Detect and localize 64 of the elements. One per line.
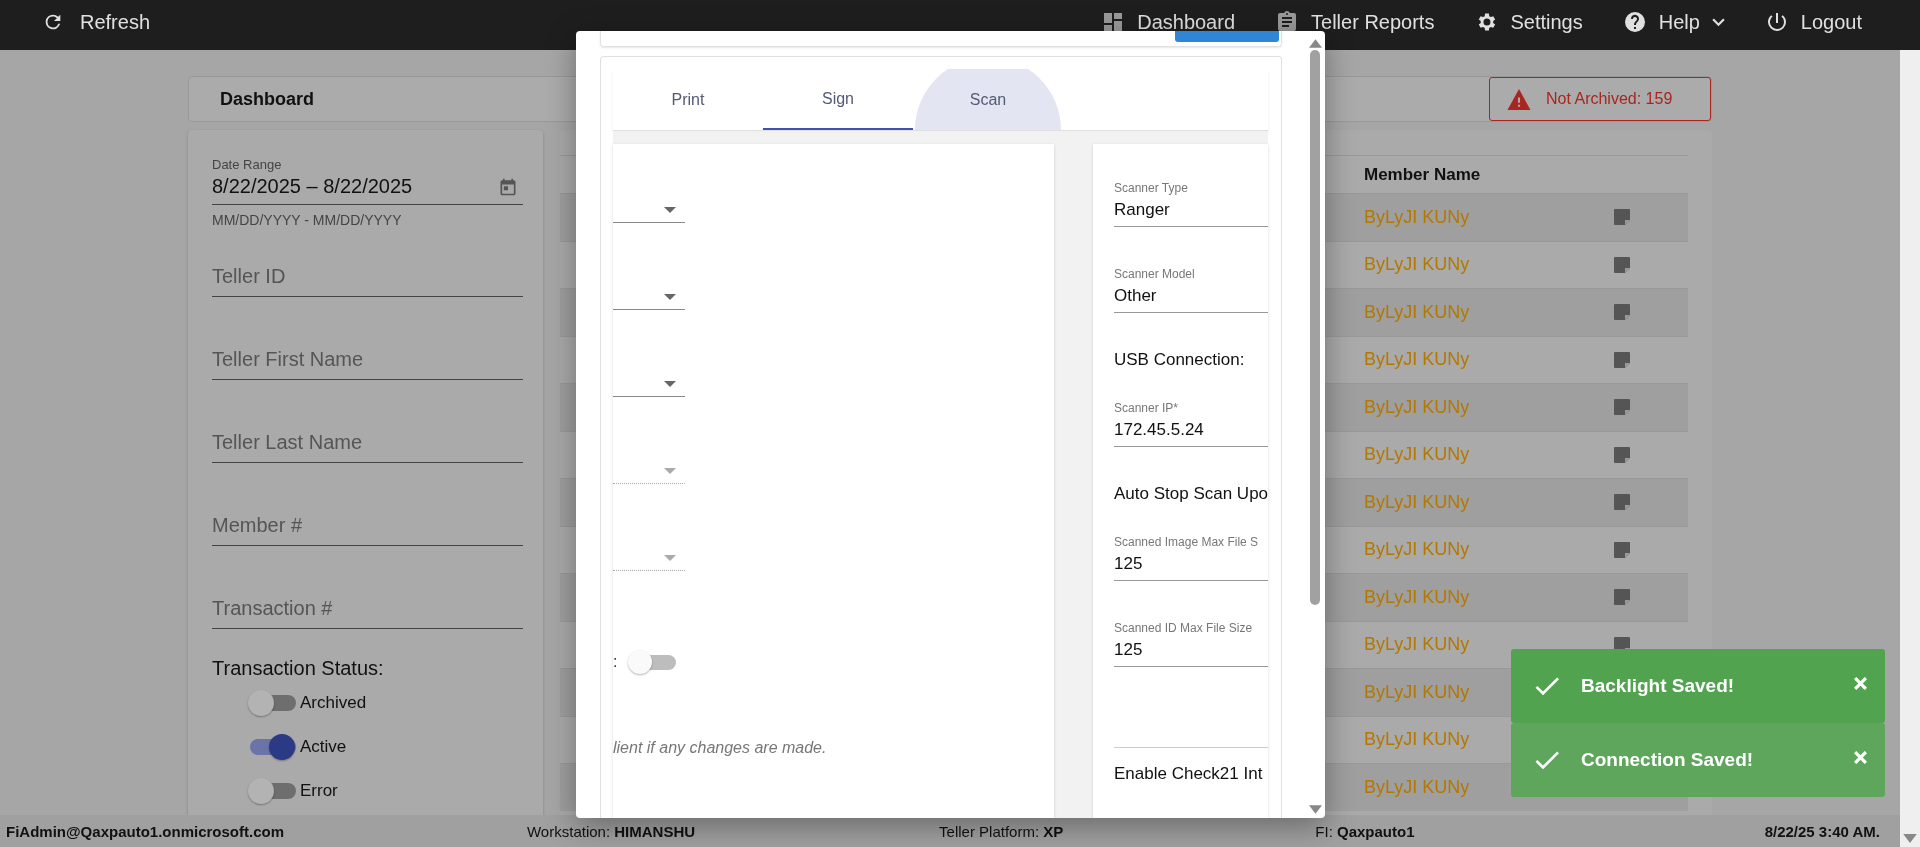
close-icon[interactable]: [1854, 750, 1867, 764]
status-heading: Transaction Status:: [212, 657, 385, 680]
toggle-switch[interactable]: [628, 649, 677, 675]
note-icon[interactable]: [1612, 207, 1632, 228]
input-field[interactable]: Scanned Image Max File S 125: [1114, 535, 1268, 581]
note-icon[interactable]: [1612, 254, 1632, 275]
caret-icon: [664, 554, 676, 561]
toggle-switch[interactable]: [248, 733, 296, 761]
input-field[interactable]: Member #: [212, 505, 523, 546]
toggle-label: :: [613, 653, 618, 671]
date-range-field[interactable]: Date Range 8/22/2025 – 8/22/2025: [212, 157, 523, 205]
tab[interactable]: Print: [613, 69, 763, 130]
page-title: Dashboard: [220, 88, 315, 110]
close-icon[interactable]: [1854, 676, 1867, 690]
scroll-down-icon[interactable]: [1903, 834, 1917, 843]
toast-message: Connection Saved!: [1581, 749, 1755, 771]
user-email: FiAdmin@Qaxpauto1.onmicrosoft.com: [6, 822, 284, 840]
toggle-label: Archived: [300, 693, 367, 713]
input-field[interactable]: Transaction #: [212, 588, 523, 629]
nav-link[interactable]: Settings: [1474, 10, 1583, 34]
note-text: lient if any changes are made.: [613, 739, 828, 757]
input-field[interactable]: Scanner IP* 172.45.5.24: [1114, 401, 1268, 447]
not-archived-button[interactable]: Not Archived: 159: [1489, 77, 1711, 121]
calendar-icon: [498, 177, 518, 197]
section-heading: Enable Check21 Int: [1114, 764, 1264, 784]
input-field[interactable]: Teller Last Name: [212, 422, 523, 463]
refresh-button[interactable]: Refresh: [42, 10, 151, 34]
caret-icon: [664, 293, 676, 300]
input-field[interactable]: Scanner Type Ranger: [1114, 181, 1268, 227]
workstation-text: Workstation: HIMANSHU: [527, 822, 696, 840]
note-icon[interactable]: [1612, 492, 1632, 513]
note-icon[interactable]: [1612, 587, 1632, 608]
toggle-label: Error: [300, 781, 338, 801]
toggle-switch[interactable]: [248, 689, 296, 717]
note-icon[interactable]: [1612, 349, 1632, 370]
date-time: 8/22/25 3:40 AM.: [1764, 822, 1880, 840]
input-field[interactable]: Teller ID: [212, 256, 523, 297]
caret-icon: [664, 467, 676, 474]
toggle-label: Active: [300, 737, 347, 757]
toggle-switch[interactable]: [248, 777, 296, 805]
scrollbar[interactable]: [1900, 50, 1920, 847]
toast-message: Backlight Saved!: [1581, 675, 1736, 697]
nav-link[interactable]: Logout: [1764, 10, 1862, 34]
caret-icon: [664, 380, 676, 387]
caret-icon: [664, 206, 676, 213]
input-field[interactable]: Scanned ID Max File Size 125: [1114, 621, 1268, 667]
warning-icon: [1506, 87, 1532, 111]
nav-link[interactable]: Dashboard: [1101, 10, 1236, 34]
column-header: Member Name: [1364, 164, 1482, 185]
note-icon[interactable]: [1612, 444, 1632, 465]
nav-link[interactable]: Teller Reports: [1275, 10, 1435, 34]
input-field[interactable]: Scanner Model Other: [1114, 267, 1268, 313]
scroll-up-icon[interactable]: [1308, 39, 1322, 48]
platform-text: Teller Platform: XP: [939, 822, 1064, 840]
section-heading: Auto Stop Scan Upo: [1114, 484, 1268, 504]
input-field[interactable]: Teller First Name: [212, 339, 523, 380]
help-icon: [1622, 10, 1647, 34]
section-heading: USB Connection:: [1114, 350, 1246, 370]
date-format-hint: MM/DD/YYYY - MM/DD/YYYY: [212, 212, 403, 228]
nav-link[interactable]: Help: [1622, 10, 1725, 34]
fi-text: FI: Qaxpauto1: [1315, 822, 1415, 840]
note-icon[interactable]: [1612, 302, 1632, 323]
note-icon[interactable]: [1612, 397, 1632, 418]
note-icon[interactable]: [1612, 539, 1632, 560]
